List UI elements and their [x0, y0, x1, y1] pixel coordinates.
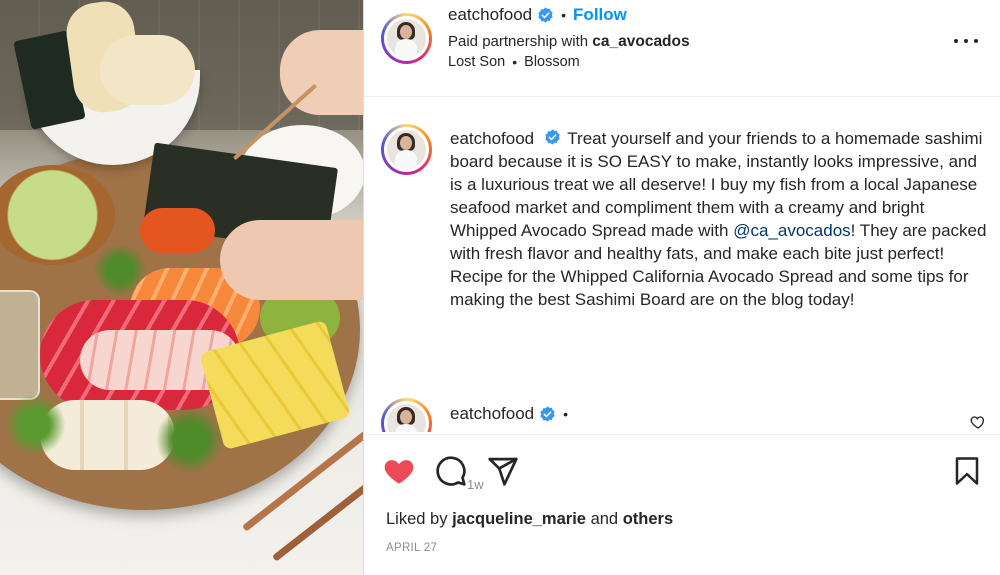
partnership-prefix: Paid partnership with — [448, 33, 589, 50]
audio-artist: Lost Son — [448, 54, 506, 70]
photo-cracker — [100, 35, 195, 105]
follow-button[interactable]: Follow — [573, 5, 627, 25]
photo-hand — [220, 220, 363, 300]
caption-mention-link[interactable]: @ca_avocados — [733, 221, 850, 240]
comment-avatar[interactable] — [381, 398, 432, 432]
heart-outline-icon[interactable] — [970, 414, 986, 430]
audio-attribution[interactable]: Lost Son • Blossom — [448, 54, 580, 70]
comment-username[interactable]: eatchofood — [450, 404, 534, 424]
post-header: eatchofood • Follow Paid partnership wit… — [364, 0, 1000, 97]
author-avatar[interactable] — [381, 13, 432, 64]
photo-microgreens — [150, 400, 230, 480]
heart-filled-icon[interactable] — [383, 455, 415, 487]
post-actions-section: Liked by jacqueline_marie and others APR… — [364, 434, 1000, 575]
comment-row: eatchofood • — [381, 398, 991, 432]
separator-dot: • — [563, 406, 569, 422]
verified-badge-icon — [545, 129, 560, 145]
liked-by-user[interactable]: jacqueline_marie — [452, 510, 586, 528]
author-username[interactable]: eatchofood — [448, 5, 532, 25]
post-detail-panel: eatchofood • Follow Paid partnership wit… — [363, 0, 1000, 575]
verified-badge-icon — [540, 405, 555, 422]
comment-author-line: eatchofood • — [450, 404, 575, 424]
bookmark-icon[interactable] — [952, 455, 982, 487]
post-date[interactable]: APRIL 27 — [386, 542, 437, 554]
separator-dot: • — [512, 54, 518, 70]
comment-icon[interactable] — [435, 455, 467, 487]
caption-author-avatar[interactable] — [381, 124, 432, 175]
share-icon[interactable] — [487, 455, 519, 487]
photo-glass — [0, 290, 40, 400]
likes-summary: Liked by jacqueline_marie and others — [386, 510, 673, 529]
separator-dot: • — [561, 7, 567, 23]
audio-track: Blossom — [524, 54, 580, 70]
liked-by-prefix: Liked by — [386, 510, 448, 528]
caption-text: eatchofood Treat yourself and your frien… — [450, 127, 990, 311]
action-icons — [383, 455, 519, 487]
verified-badge-icon — [538, 6, 553, 23]
partner-username[interactable]: ca_avocados — [592, 33, 689, 50]
liked-by-and: and — [590, 510, 619, 528]
paid-partnership-label: Paid partnership with ca_avocados — [448, 33, 690, 51]
photo-salmon-roe — [140, 208, 215, 253]
post-image[interactable] — [0, 0, 363, 575]
more-options-icon[interactable] — [954, 36, 978, 46]
caption-username[interactable]: eatchofood — [450, 129, 534, 148]
header-author-line: eatchofood • Follow — [448, 5, 627, 25]
photo-microgreens — [0, 390, 70, 460]
liked-by-others[interactable]: others — [623, 510, 673, 528]
